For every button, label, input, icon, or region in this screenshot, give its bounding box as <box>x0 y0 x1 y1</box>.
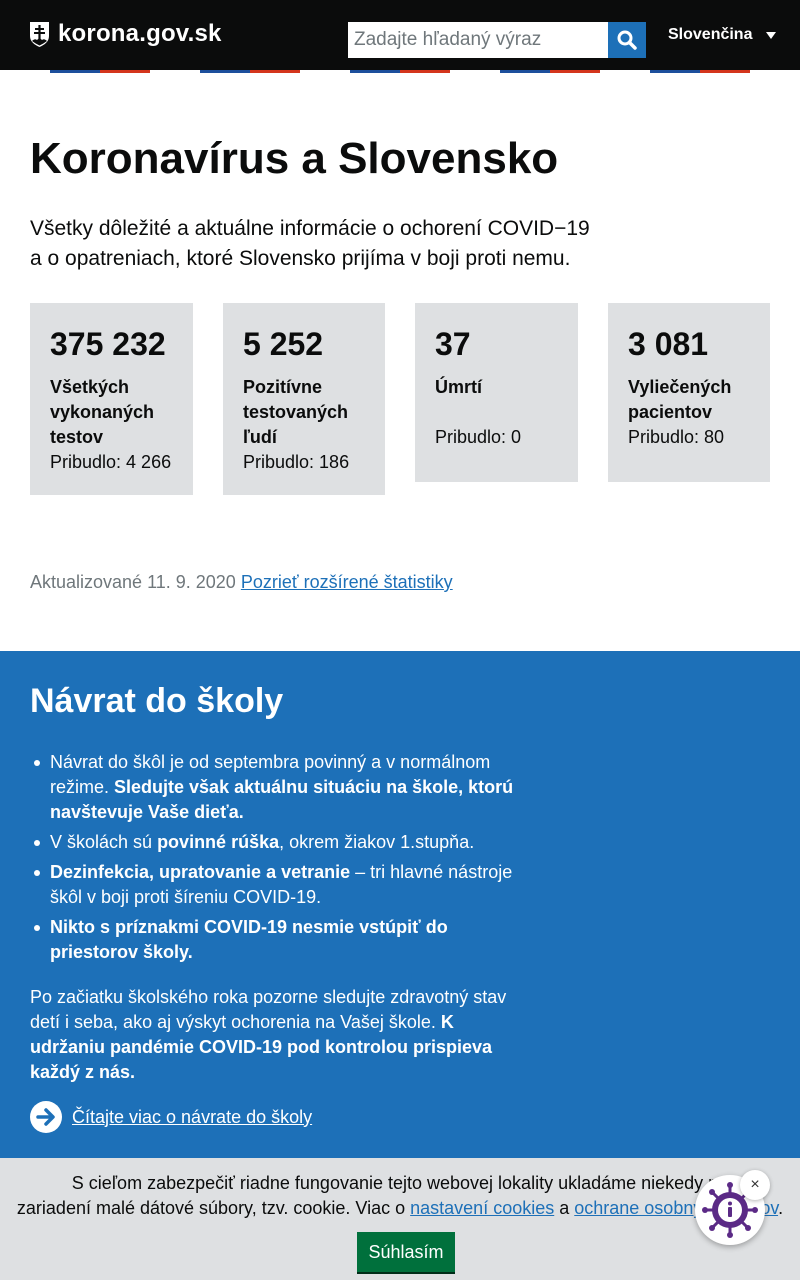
stat-label: Všetkých vykonaných testov <box>50 377 155 447</box>
list-item: Dezinfekcia, upratovanie a vetranie – tr… <box>34 860 520 910</box>
updated-info: Aktualizované 11. 9. 2020 Pozrieť rozšír… <box>30 572 453 593</box>
list-item-bold: povinné rúška <box>157 832 280 852</box>
list-item: V školách sú povinné rúška, okrem žiakov… <box>34 830 520 855</box>
stat-delta: Pribudlo: 186 <box>243 452 350 472</box>
extended-stats-link[interactable]: Pozrieť rozšírené štatistiky <box>241 572 453 592</box>
read-more[interactable]: Čítajte viac o návrate do školy <box>30 1101 312 1133</box>
list-item-text: , okrem žiakov 1.stupňa. <box>279 832 475 852</box>
flag-stripe <box>50 70 150 73</box>
site-header: korona.gov.sk Slovenčina <box>0 0 800 70</box>
stat-label: Pozitívne testovaných ľudí <box>243 377 349 447</box>
chat-close-button[interactable]: × <box>740 1170 770 1200</box>
caret-down-icon <box>766 31 777 39</box>
cookie-banner: S cieľom zabezpečiť riadne fungovanie te… <box>0 1158 800 1280</box>
stat-label: Úmrtí <box>435 377 483 397</box>
stat-card-recovered: 3 081 Vyliečených pacientov Pribudlo: 80 <box>608 303 770 482</box>
cookie-line: zariadení malé dátové súbory, tzv. cooki… <box>16 1198 411 1218</box>
stat-card-deaths: 37 Úmrtí Pribudlo: 0 <box>415 303 578 482</box>
cookie-text: S cieľom zabezpečiť riadne fungovanie te… <box>0 1171 800 1221</box>
stat-value: 37 <box>435 326 471 362</box>
home-link[interactable]: korona.gov.sk <box>30 20 222 48</box>
cookie-conjunction: a <box>554 1198 575 1218</box>
stat-card-positive: 5 252 Pozitívne testovaných ľudí Pribudl… <box>223 303 385 495</box>
flag-stripe <box>500 70 600 73</box>
flag-stripe <box>650 70 750 73</box>
list-item-bold: Sledujte však aktuálnu situáciu na škole… <box>50 777 514 822</box>
list-item-bold: Nikto s príznakmi COVID-19 nesmie vstúpi… <box>50 917 448 962</box>
search-icon <box>617 30 637 50</box>
stat-delta: Pribudlo: 80 <box>628 427 725 447</box>
school-paragraph: Po začiatku školského roka pozorne sledu… <box>30 985 520 1085</box>
list-item: Návrat do škôl je od septembra povinný a… <box>34 750 520 825</box>
lead-text: Všetky dôležité a aktuálne informácie o … <box>30 214 650 274</box>
lead-line: Všetky dôležité a aktuálne informácie o … <box>30 217 590 240</box>
school-list: Návrat do škôl je od septembra povinný a… <box>34 750 520 970</box>
list-item-text: V školách sú <box>50 832 158 852</box>
cookie-line: S cieľom zabezpečiť riadne fungovanie te… <box>71 1173 729 1193</box>
search-input[interactable] <box>348 22 608 58</box>
search-button[interactable] <box>608 22 646 58</box>
stat-label: Vyliečených pacientov <box>628 377 732 422</box>
flag-stripe <box>200 70 300 73</box>
list-item: Nikto s príznakmi COVID-19 nesmie vstúpi… <box>34 915 520 965</box>
cookie-period: . <box>778 1198 784 1218</box>
flag-stripe <box>350 70 450 73</box>
stat-card-tests: 375 232 Všetkých vykonaných testov Pribu… <box>30 303 193 495</box>
stat-value: 5 252 <box>243 326 324 362</box>
stat-value: 375 232 <box>50 326 166 362</box>
stat-delta: Pribudlo: 0 <box>435 427 522 447</box>
school-section: Návrat do školy Návrat do škôl je od sep… <box>0 651 800 1161</box>
stat-value: 3 081 <box>628 326 709 362</box>
site-name: korona.gov.sk <box>58 20 222 47</box>
paragraph-text: Po začiatku školského roka pozorne sledu… <box>30 987 507 1032</box>
coat-of-arms-icon <box>30 21 49 47</box>
language-label: Slovenčina <box>668 26 753 43</box>
list-item-bold: Dezinfekcia, upratovanie a vetranie <box>50 862 351 882</box>
read-more-link[interactable]: Čítajte viac o návrate do školy <box>72 1107 312 1128</box>
updated-date: Aktualizované 11. 9. 2020 <box>30 572 236 592</box>
section-title: Návrat do školy <box>30 682 284 720</box>
lead-line: a o opatreniach, ktoré Slovensko prijíma… <box>30 247 571 270</box>
arrow-right-circle-icon <box>30 1101 62 1133</box>
agree-button[interactable]: Súhlasím <box>357 1232 455 1272</box>
cookie-settings-link[interactable]: nastavení cookies <box>410 1198 554 1218</box>
stat-delta: Pribudlo: 4 266 <box>50 452 172 472</box>
language-selector[interactable]: Slovenčina <box>668 26 777 44</box>
page-title: Koronavírus a Slovensko <box>30 134 559 183</box>
